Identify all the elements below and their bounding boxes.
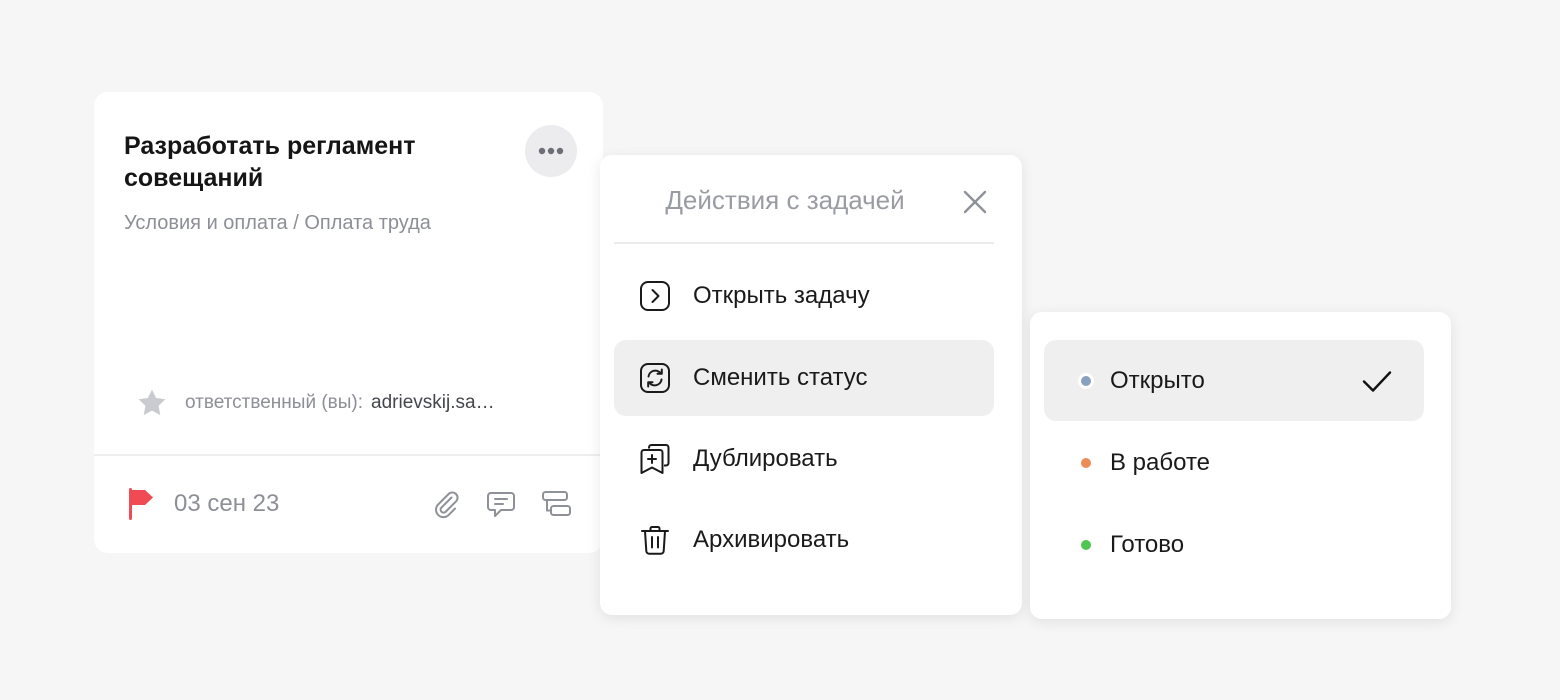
card-divider <box>94 454 603 456</box>
menu-item-label: Сменить статус <box>693 364 868 391</box>
duplicate-icon <box>640 444 670 474</box>
menu-item-archive[interactable]: Архивировать <box>614 502 994 578</box>
menu-item-label: Дублировать <box>693 445 838 472</box>
status-option-in-progress[interactable]: В работе <box>1044 422 1424 503</box>
assignee-row: ответственный (вы): adrievskij.sa… <box>136 386 495 420</box>
task-actions-menu: Действия с задачей Открыть задачу Сменит… <box>600 155 1022 615</box>
task-title: Разработать регламент совещаний <box>124 132 416 192</box>
trash-icon <box>641 526 669 555</box>
status-option-open[interactable]: Открыто <box>1044 340 1424 421</box>
subtasks-icon[interactable] <box>540 488 572 520</box>
assignee-name: adrievskij.sa… <box>371 392 495 413</box>
status-option-label: Открыто <box>1110 366 1205 394</box>
actions-divider <box>614 242 994 244</box>
open-task-icon <box>640 281 670 311</box>
card-actions <box>430 486 572 522</box>
due-date: 03 сен 23 <box>174 490 280 517</box>
status-option-done[interactable]: Готово <box>1044 504 1424 585</box>
comment-icon[interactable] <box>485 488 517 520</box>
close-icon[interactable] <box>960 187 990 217</box>
status-dot <box>1081 539 1091 550</box>
menu-item-duplicate[interactable]: Дублировать <box>614 421 994 497</box>
status-option-label: Готово <box>1110 530 1185 558</box>
assignee-label: ответственный (вы): <box>185 392 364 413</box>
change-status-icon <box>640 363 670 393</box>
actions-menu-title: Действия с задачей <box>665 185 905 215</box>
checkmark-icon <box>1362 371 1392 392</box>
more-button[interactable] <box>525 125 577 177</box>
task-path: Условия и оплата / Оплата труда <box>124 212 431 234</box>
menu-item-open-task[interactable]: Открыть задачу <box>614 258 994 334</box>
flag-icon <box>129 488 153 520</box>
menu-item-label: Архивировать <box>693 526 850 553</box>
status-option-label: В работе <box>1110 448 1211 476</box>
menu-item-label: Открыть задачу <box>693 282 870 309</box>
due-date-row[interactable]: 03 сен 23 <box>128 486 279 522</box>
status-dot <box>1081 457 1091 468</box>
status-submenu: Открыто В работе Готово <box>1030 312 1451 619</box>
paperclip-icon[interactable] <box>430 488 462 520</box>
task-card[interactable]: Разработать регламент совещаний Условия … <box>94 92 603 553</box>
menu-item-change-status[interactable]: Сменить статус <box>614 340 994 416</box>
star-icon[interactable] <box>136 387 168 419</box>
more-dots-icon <box>538 147 564 155</box>
status-dot <box>1081 375 1091 386</box>
